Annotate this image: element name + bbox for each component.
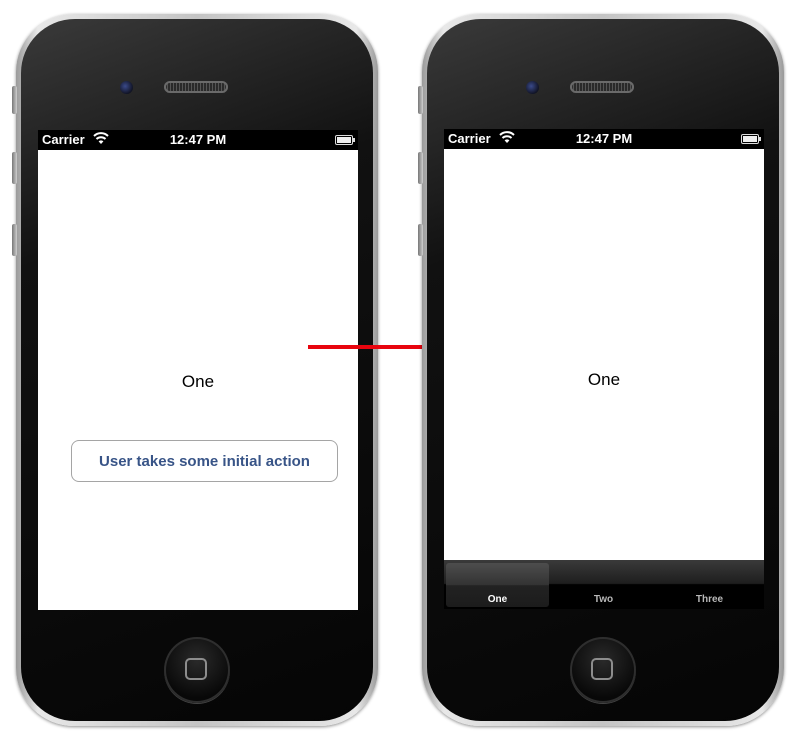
front-camera-icon [526,81,539,94]
mute-switch [12,86,17,114]
battery-icon [335,135,355,145]
phone-body: Carrier 12:47 PM One One Two Three [427,19,779,721]
status-bar: Carrier 12:47 PM [444,129,764,149]
home-square-icon [591,658,613,680]
app-screen: One User takes some initial action [38,150,358,610]
earpiece-speaker [164,81,228,93]
volume-down-button [418,224,423,256]
tab-bar: One Two Three [444,560,764,609]
tab-one[interactable]: One [446,563,549,607]
status-bar: Carrier 12:47 PM [38,130,358,150]
volume-down-button [12,224,17,256]
mute-switch [418,86,423,114]
status-time: 12:47 PM [169,132,227,147]
phone-body: Carrier 12:47 PM One User takes some ini… [21,19,373,721]
app-screen: One [444,149,764,560]
left-phone-frame: Carrier 12:47 PM One User takes some ini… [12,14,378,726]
initial-action-button[interactable]: User takes some initial action [71,440,338,482]
home-button[interactable] [164,637,230,703]
tab-two[interactable]: Two [552,563,655,607]
volume-up-button [12,152,17,184]
status-time: 12:47 PM [575,131,633,146]
tab-label: Three [695,594,724,605]
earpiece-speaker [570,81,634,93]
home-square-icon [185,658,207,680]
home-button[interactable] [570,637,636,703]
tab-three[interactable]: Three [658,563,761,607]
tab-label: Two [593,594,614,605]
volume-up-button [418,152,423,184]
view-label-one: One [587,370,621,389]
view-label-one: One [181,372,215,391]
stage: Carrier 12:47 PM One User takes some ini… [0,0,800,739]
tab-label: One [487,594,508,605]
right-phone-frame: Carrier 12:47 PM One One Two Three [418,14,784,726]
battery-icon [741,134,761,144]
front-camera-icon [120,81,133,94]
